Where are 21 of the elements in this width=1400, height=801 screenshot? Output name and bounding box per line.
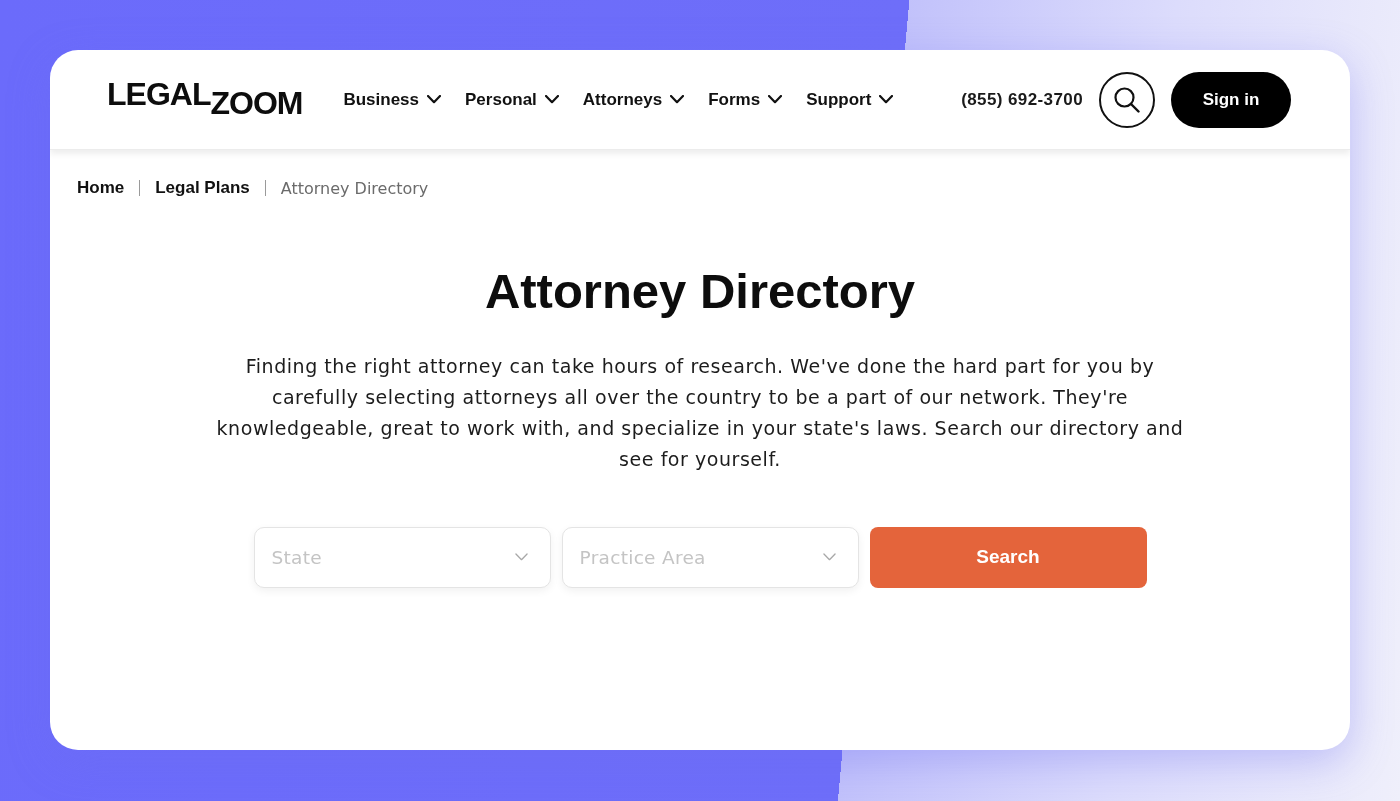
chevron-down-icon — [427, 95, 441, 104]
nav-menu-item[interactable]: Attorneys — [582, 89, 685, 110]
nav-menu-item[interactable]: Forms — [708, 89, 783, 110]
breadcrumb-link[interactable]: Legal Plans — [155, 178, 250, 198]
phone-link[interactable]: (855) 692-3700 — [961, 89, 1083, 110]
breadcrumb-current-page: Attorney Directory — [280, 178, 429, 198]
sign-in-button[interactable]: Sign in — [1171, 71, 1291, 128]
chevron-down-icon — [544, 95, 559, 104]
chevron-down-icon — [768, 95, 783, 104]
search-button[interactable] — [1099, 71, 1155, 128]
chevron-down-icon — [514, 553, 528, 562]
intro-paragraph: Finding the right attorney can take hours of research. We've done the hard part for you by carefully selecting attorneys all over the country to be a part of our network. They're knowledgeable, great to work with, and specialize in your state's laws. Search our directory and see for yourself. — [215, 353, 1185, 472]
nav-menu-item[interactable]: Personal — [465, 89, 559, 110]
nav-menu-item[interactable]: Business — [343, 89, 441, 110]
nav-menu-item[interactable]: Support — [806, 89, 894, 110]
breadcrumb-link[interactable]: Home — [77, 178, 125, 198]
chevron-down-icon — [879, 95, 894, 104]
search-icon — [1114, 86, 1140, 113]
chevron-down-icon — [822, 553, 836, 562]
chevron-down-icon — [670, 95, 685, 104]
page-title: Attorney Directory — [484, 263, 916, 320]
